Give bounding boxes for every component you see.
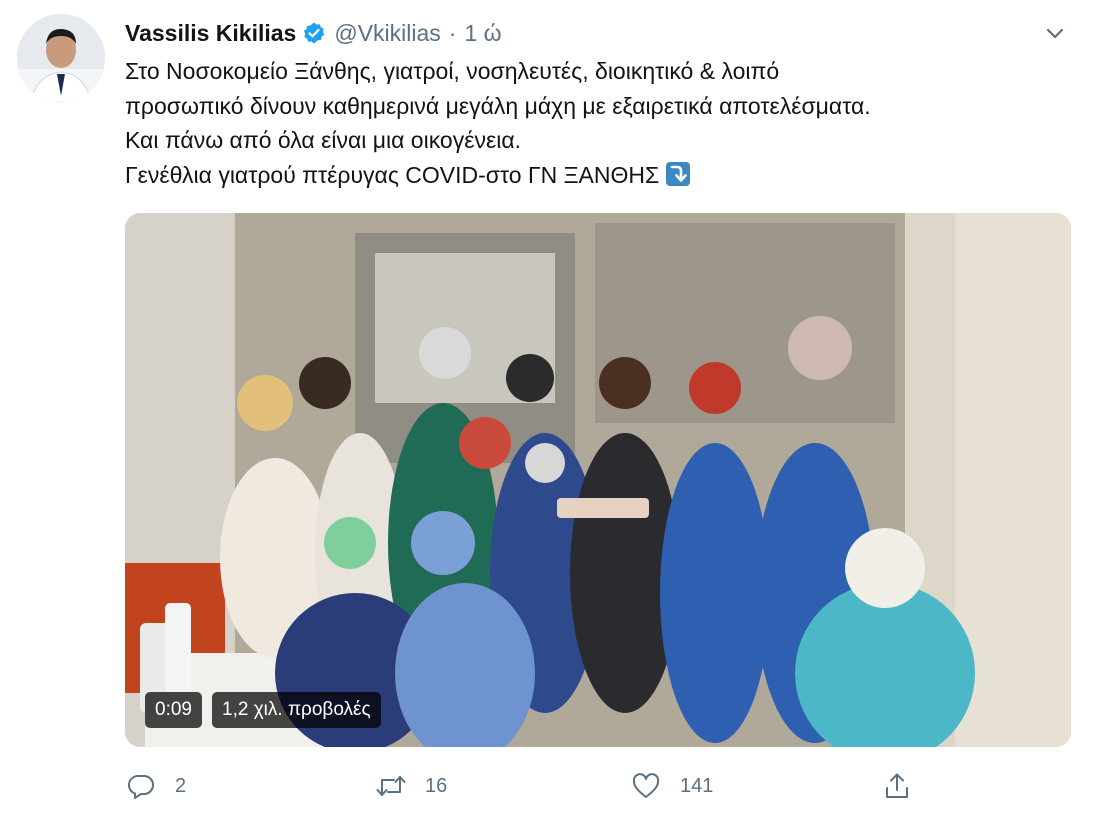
avatar[interactable] xyxy=(17,14,105,102)
retweet-button[interactable]: 16 xyxy=(375,766,447,806)
tweet-text-line: Στο Νοσοκομείο Ξάνθης, γιατροί, νοσηλευτ… xyxy=(125,58,780,84)
author-name[interactable]: Vassilis Kikilias xyxy=(125,20,296,47)
reply-icon xyxy=(125,770,157,802)
share-button[interactable] xyxy=(881,766,913,806)
video-duration-badge: 0:09 xyxy=(145,692,202,728)
tweet-actions-bar: 2 16 141 xyxy=(125,766,925,806)
tweet-text: Στο Νοσοκομείο Ξάνθης, γιατροί, νοσηλευτ… xyxy=(125,54,1075,192)
retweet-count: 16 xyxy=(425,774,448,797)
tweet-text-line: Και πάνω από όλα είναι μια οικογένεια. xyxy=(125,127,522,153)
author-handle[interactable]: @Vkikilias xyxy=(334,20,440,47)
share-icon xyxy=(881,770,913,802)
video-views-badge: 1,2 χιλ. προβολές xyxy=(212,692,381,728)
tweet-text-line: προσωπικό δίνουν καθημερινά μεγάλη μάχη … xyxy=(125,92,871,119)
arrow-heading-down-emoji-icon xyxy=(665,161,691,187)
reply-button[interactable]: 2 xyxy=(125,766,186,806)
chevron-down-icon[interactable] xyxy=(1040,18,1070,48)
verified-badge-icon xyxy=(302,21,326,45)
retweet-icon xyxy=(375,770,407,802)
reply-count: 2 xyxy=(175,774,187,797)
like-count: 141 xyxy=(680,774,714,797)
video-thumbnail xyxy=(125,213,1071,747)
heart-icon xyxy=(630,770,662,802)
like-button[interactable]: 141 xyxy=(630,766,713,806)
tweet-text-line: Γενέθλια γιατρού πτέρυγας COVID-στο ΓΝ Ξ… xyxy=(125,158,1075,193)
separator-dot: · xyxy=(448,19,457,46)
tweet-timestamp[interactable]: 1 ώ xyxy=(464,20,501,47)
tweet-text-line-text: Γενέθλια γιατρού πτέρυγας COVID-στο ΓΝ Ξ… xyxy=(125,161,660,188)
video-player[interactable] xyxy=(125,213,1071,747)
tweet-header: Vassilis Kikilias @Vkikilias · 1 ώ xyxy=(125,16,1070,50)
